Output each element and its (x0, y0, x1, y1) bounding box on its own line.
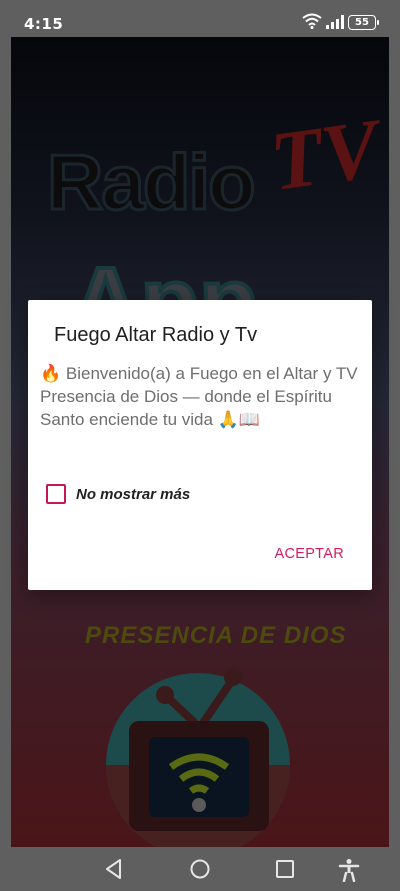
signal-icon (326, 15, 344, 33)
status-time: 4:15 (24, 15, 64, 33)
welcome-dialog: Fuego Altar Radio y Tv 🔥 Bienvenido(a) a… (28, 300, 372, 590)
brand-tv-text: TV (265, 101, 385, 210)
brand-presencia-text: PRESENCIA DE DIOS (85, 622, 347, 649)
recents-icon[interactable] (275, 858, 295, 884)
accept-button[interactable]: ACEPTAR (274, 546, 344, 562)
dialog-message: 🔥 Bienvenido(a) a Fuego en el Altar y TV… (40, 364, 358, 429)
navigation-bar (0, 848, 400, 891)
battery-icon: 55 (348, 15, 379, 30)
accessibility-icon[interactable] (338, 858, 360, 886)
dont-show-again-row[interactable]: No mostrar más (46, 482, 190, 506)
wifi-icon (302, 13, 322, 33)
dialog-title: Fuego Altar Radio y Tv (54, 324, 258, 346)
back-icon[interactable] (104, 858, 124, 884)
tv-logo-icon (103, 655, 293, 847)
dont-show-again-label[interactable]: No mostrar más (76, 486, 190, 503)
dont-show-again-checkbox[interactable] (46, 484, 66, 504)
status-bar: 4:15 55 (0, 0, 400, 38)
home-icon[interactable] (189, 858, 211, 884)
brand-radio-text: Radio (46, 137, 258, 228)
